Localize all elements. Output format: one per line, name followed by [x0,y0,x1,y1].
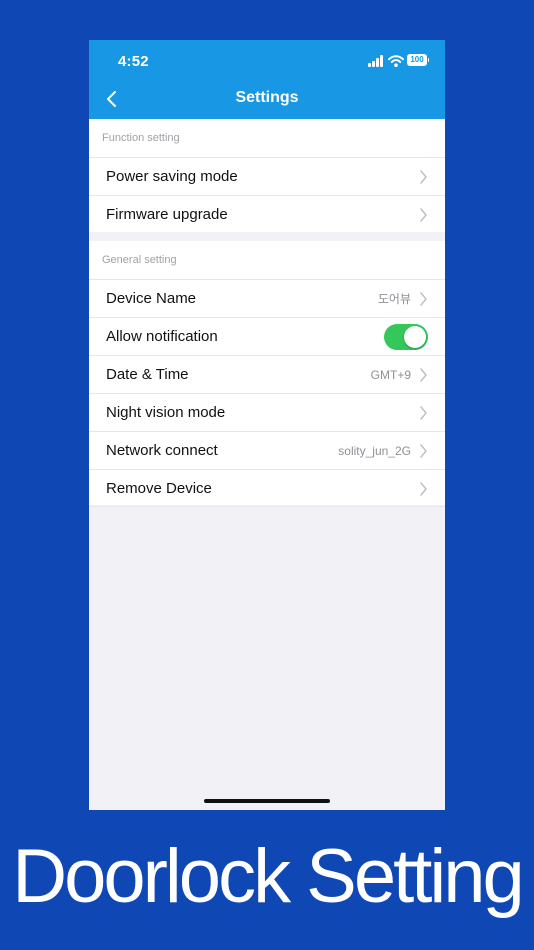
chevron-right-icon [420,368,427,382]
row-label: Power saving mode [106,168,238,185]
row-label: Device Name [106,290,197,307]
row-device-name[interactable]: Device Name 도어뷰 [89,279,445,317]
row-allow-notification: Allow notification [89,317,445,355]
general-setting-section: General setting Device Name 도어뷰 Allow no… [89,241,445,507]
chevron-right-icon [420,170,427,184]
section-label-function: Function setting [102,132,180,144]
chevron-right-icon [420,292,427,306]
network-value: solity_jun_2G [338,444,411,458]
row-remove-device[interactable]: Remove Device [89,469,445,507]
date-time-value: GMT+9 [370,368,411,382]
row-night-vision-mode[interactable]: Night vision mode [89,393,445,431]
status-icons: 100 [368,54,430,68]
row-firmware-upgrade[interactable]: Firmware upgrade [89,195,445,233]
notification-toggle[interactable] [384,324,428,350]
chevron-right-icon [420,482,427,496]
toggle-knob [404,326,426,348]
chevron-right-icon [420,444,427,458]
row-label: Firmware upgrade [106,206,228,223]
phone-screen: 4:52 100 Settings Function setting Power… [89,40,445,810]
section-label-general: General setting [102,254,177,266]
navigation-header: 4:52 100 Settings [89,40,445,119]
row-label: Allow notification [106,328,218,345]
device-name-value: 도어뷰 [377,292,411,306]
row-label: Date & Time [106,366,189,383]
section-divider [89,232,445,241]
signal-icon [368,55,384,67]
battery-indicator: 100 [407,54,429,66]
status-time: 4:52 [118,53,149,70]
wifi-icon [388,55,404,67]
row-network-connect[interactable]: Network connect solity_jun_2G [89,431,445,469]
row-label: Remove Device [106,480,212,497]
chevron-right-icon [420,208,427,222]
row-power-saving-mode[interactable]: Power saving mode [89,157,445,195]
row-date-time[interactable]: Date & Time GMT+9 [89,355,445,393]
row-label: Network connect [106,442,218,459]
page-title: Settings [235,89,299,106]
row-label: Night vision mode [106,404,226,421]
chevron-right-icon [420,406,427,420]
promo-caption: Doorlock Setting [12,834,525,919]
home-indicator [204,799,330,803]
